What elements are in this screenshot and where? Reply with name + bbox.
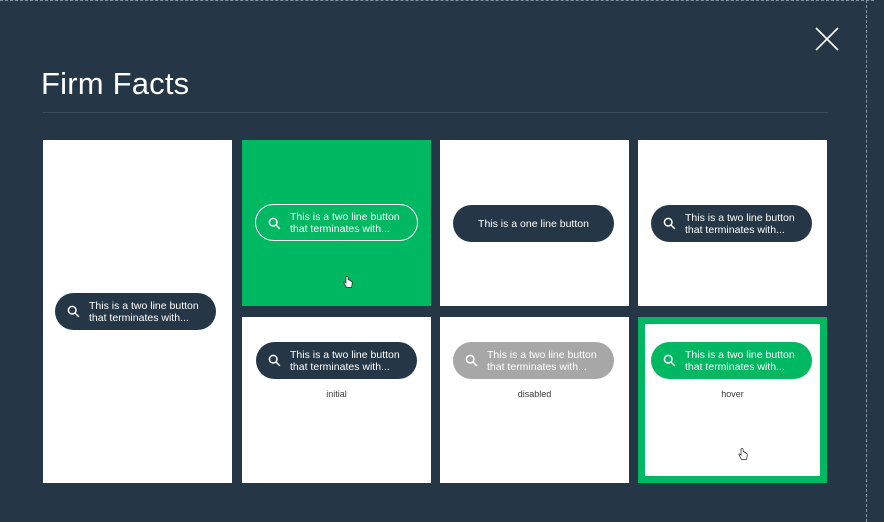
button-label: This is a two line button that terminate… [290, 210, 400, 235]
search-button-dark[interactable]: This is a two line button that terminate… [651, 205, 812, 242]
dashed-frame-right [866, 0, 867, 522]
button-label: This is a two line button that terminate… [290, 348, 400, 373]
tile-two-line: This is a two line button that terminate… [638, 140, 827, 306]
search-icon [268, 354, 281, 367]
page-title: Firm Facts [41, 66, 190, 101]
button-label: This is a two line button that terminate… [685, 211, 795, 236]
hand-pointer-icon [738, 448, 748, 460]
state-caption-initial: initial [326, 389, 347, 399]
search-button-disabled: This is a two line button that terminate… [453, 342, 614, 379]
tile-initial: This is a two line button that terminate… [242, 317, 431, 483]
title-divider [43, 112, 828, 113]
search-icon [465, 354, 478, 367]
search-button-tall[interactable]: This is a two line button that terminate… [55, 293, 216, 330]
search-icon [268, 217, 281, 230]
tile-tall: This is a two line button that terminate… [43, 140, 232, 483]
close-button[interactable] [815, 27, 839, 51]
search-icon [663, 217, 676, 230]
search-icon [67, 305, 80, 318]
dashed-frame-top [0, 0, 874, 1]
tile-hover: This is a two line button that terminate… [638, 317, 827, 483]
close-icon [815, 27, 839, 51]
search-button-hover[interactable]: This is a two line button that terminate… [651, 342, 812, 379]
search-icon [663, 354, 676, 367]
search-button-outline[interactable]: This is a two line button that terminate… [255, 204, 418, 241]
state-caption-disabled: disabled [517, 389, 552, 399]
tile-disabled: This is a two line button that terminate… [440, 317, 629, 483]
tile-green: This is a two line button that terminate… [242, 140, 431, 306]
button-label: This is a two line button that terminate… [89, 299, 199, 324]
state-caption-hover: hover [721, 389, 744, 399]
button-label: This is a two line button that terminate… [685, 348, 795, 373]
tile-one-line: This is a one line button [440, 140, 629, 306]
button-label: This is a two line button that terminate… [487, 348, 597, 373]
one-line-button[interactable]: This is a one line button [453, 205, 614, 242]
search-button-initial[interactable]: This is a two line button that terminate… [256, 342, 417, 379]
button-label: This is a one line button [478, 217, 589, 230]
hand-pointer-icon [343, 276, 353, 288]
